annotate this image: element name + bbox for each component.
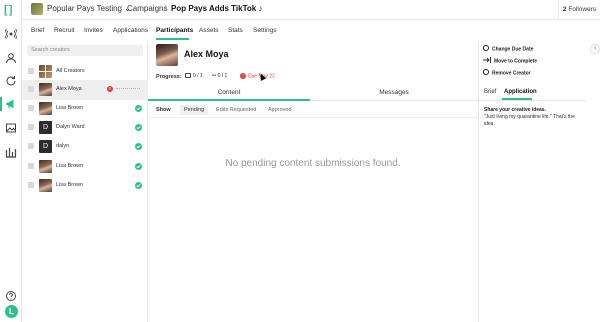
help-icon[interactable] — [5, 290, 17, 302]
content-tab-indicator — [148, 99, 310, 101]
filter-pending[interactable]: Pending — [180, 105, 209, 115]
campaign-title: Pop Pays Adds TikTok ♪ — [171, 4, 263, 13]
broadcast-icon[interactable] — [5, 28, 17, 40]
remove-creator-button[interactable]: Remove Creator — [483, 69, 531, 76]
image-icon — [185, 73, 191, 79]
show-label: Show — [156, 107, 171, 113]
breadcrumb-separator: / — [164, 4, 167, 13]
tab-brief[interactable]: Brief — [31, 27, 44, 34]
creator-avatar — [39, 160, 52, 173]
remove-icon — [483, 69, 489, 75]
creator-row-all[interactable]: All Creators — [22, 62, 148, 82]
user-avatar[interactable]: L — [5, 305, 18, 318]
creator-row[interactable]: D dalyn — [22, 137, 148, 157]
creator-name: All Creators — [56, 68, 85, 74]
filter-edits-requested[interactable]: Edits Requested — [216, 107, 256, 113]
creator-name: Lisa Brown — [56, 105, 84, 111]
workspace-avatar — [31, 3, 43, 15]
change-due-date-button[interactable]: Change Due Date — [483, 45, 533, 52]
gallery-icon[interactable] — [5, 122, 17, 134]
tab-side-brief[interactable]: Brief — [484, 89, 496, 95]
creator-avatar — [39, 179, 52, 192]
creator-list: All Creators Alex Moya ! Lisa Brown D Da… — [22, 42, 148, 322]
user-icon[interactable] — [5, 52, 17, 64]
check-icon — [135, 124, 142, 131]
check-icon — [135, 105, 142, 112]
megaphone-icon[interactable] — [5, 98, 17, 110]
workspace-switcher[interactable]: Popular Pays Testing ⌄ — [47, 4, 131, 13]
creator-name: Alex Moya — [56, 86, 82, 92]
check-icon — [135, 163, 142, 170]
creator-avatar — [39, 65, 52, 78]
creator-row[interactable]: Lisa Brown — [22, 157, 148, 177]
creator-avatar — [39, 83, 52, 96]
filter-approved[interactable]: Approved — [268, 107, 292, 113]
alert-badge: ! — [107, 86, 113, 92]
row-checkbox[interactable] — [28, 143, 34, 149]
row-checkbox[interactable] — [28, 163, 34, 169]
app-logo[interactable]: [ ] — [4, 4, 12, 16]
empty-state-message: No pending content submissions found. — [225, 158, 401, 169]
tab-invites[interactable]: Invites — [84, 27, 103, 34]
creator-row[interactable]: Lisa Brown — [22, 99, 148, 119]
tab-settings[interactable]: Settings — [253, 27, 277, 34]
divider — [310, 100, 478, 101]
creator-avatar — [39, 102, 52, 115]
tab-applications[interactable]: Applications — [113, 27, 148, 34]
tab-recruit[interactable]: Recruit — [54, 27, 75, 34]
row-checkbox[interactable] — [28, 68, 34, 74]
application-answer: "Just living my quarantine life." That's… — [484, 114, 575, 127]
breadcrumb-campaigns[interactable]: Campaigns — [127, 4, 167, 13]
row-checkbox[interactable] — [28, 182, 34, 188]
creator-name: Lisa Brown — [56, 182, 84, 188]
tab-stats[interactable]: Stats — [228, 27, 243, 34]
top-bar: Popular Pays Testing ⌄ / Campaigns / Pop… — [22, 0, 600, 20]
followers-count[interactable]: 2 Followers — [558, 0, 600, 20]
creator-name-heading: Alex Moya — [184, 49, 229, 59]
check-icon — [135, 143, 142, 150]
creator-avatar: D — [39, 121, 52, 134]
progress-placeholder — [116, 88, 140, 90]
refresh-icon[interactable] — [5, 75, 17, 87]
creator-photo — [156, 44, 178, 66]
bar-chart-icon[interactable] — [5, 146, 17, 158]
link-progress: ⚯ 0 / 1 — [212, 73, 228, 79]
left-rail: [ ] L — [0, 0, 22, 322]
progress-label: Progress: — [156, 74, 182, 80]
content-progress: 0 / 1 — [185, 73, 203, 79]
creator-row[interactable]: Alex Moya ! — [22, 80, 148, 100]
breadcrumb-separator: / — [120, 4, 123, 13]
active-tab-indicator — [156, 38, 189, 40]
tab-assets[interactable]: Assets — [199, 27, 219, 34]
row-checkbox[interactable] — [28, 86, 34, 92]
creator-name: dalyn — [56, 143, 70, 149]
search-creators-input[interactable] — [27, 45, 143, 56]
tab-participants[interactable]: Participants — [156, 27, 193, 34]
divider — [148, 117, 478, 118]
row-checkbox[interactable] — [28, 124, 34, 130]
check-icon — [135, 182, 142, 189]
tab-side-application[interactable]: Application — [504, 89, 537, 95]
creator-avatar: D — [39, 140, 52, 153]
divider — [478, 100, 586, 101]
tab-messages[interactable]: Messages — [310, 89, 478, 96]
arrow-right-icon — [483, 57, 491, 63]
creator-name: Dalyn Ward — [56, 124, 85, 130]
tab-content[interactable]: Content — [148, 89, 310, 96]
row-checkbox[interactable] — [28, 105, 34, 111]
move-to-complete-button[interactable]: Move to Complete — [483, 57, 537, 64]
application-question: Share your creative ideas. — [484, 107, 546, 113]
creator-row[interactable]: Lisa Brown — [22, 176, 148, 196]
alert-icon: ! — [240, 73, 246, 79]
rail-active-indicator — [0, 97, 2, 111]
creator-name: Lisa Brown — [56, 163, 84, 169]
chevron-right-icon[interactable]: › — [590, 44, 600, 54]
clock-icon — [483, 45, 489, 51]
right-panel — [478, 42, 586, 322]
tiktok-icon: ♪ — [258, 4, 263, 13]
creator-row[interactable]: D Dalyn Ward — [22, 118, 148, 138]
